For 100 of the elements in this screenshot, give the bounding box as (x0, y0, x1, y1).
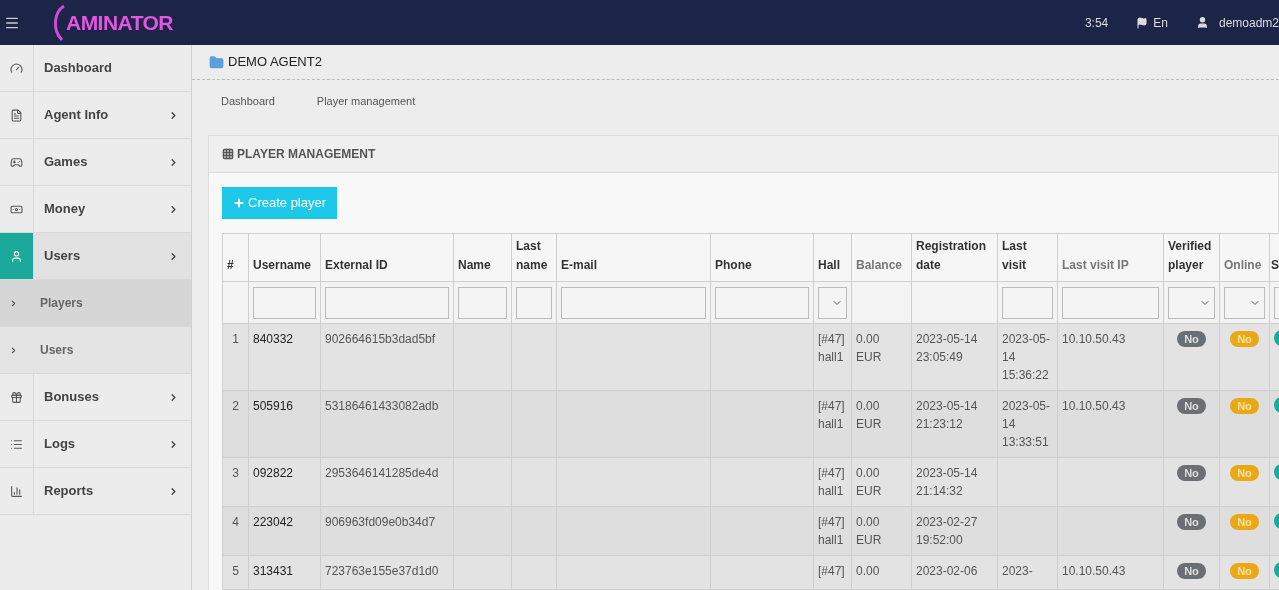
caret-icon (168, 391, 179, 403)
document-icon (10, 108, 23, 122)
sidebar-item-label: Logs (43, 435, 77, 454)
breadcrumb-link[interactable]: Dashboard (221, 92, 275, 110)
row-number: 4 (222, 506, 249, 556)
username-cell: 505916 (248, 390, 321, 458)
submenu-item[interactable]: Players (0, 280, 191, 327)
caret-icon (168, 203, 179, 215)
balance-cell: 0.00 EUR (851, 390, 912, 458)
submenu-item-label: Users (40, 342, 74, 359)
ip-cell: 10.10.50.43 (1057, 323, 1164, 391)
user-icon (10, 249, 23, 263)
sidebar-item[interactable]: Money (0, 186, 191, 233)
caret-icon (168, 109, 179, 121)
row-number: 3 (222, 457, 249, 507)
username-cell: 840332 (248, 323, 321, 391)
balance-cell: 0.00 EUR (851, 457, 912, 507)
column-header[interactable]: Last visit IP (1057, 233, 1164, 282)
column-header[interactable]: External ID (320, 233, 454, 282)
external-id-cell: 902664615b3dad5bf (320, 323, 454, 391)
column-header[interactable]: Hall (813, 233, 852, 282)
flag-icon[interactable] (1136, 16, 1149, 29)
submenu-item[interactable]: Users (0, 327, 191, 374)
page-title: DEMO AGENT2 (228, 53, 322, 72)
filter-field[interactable] (516, 286, 552, 319)
column-header[interactable]: S (1269, 233, 1279, 282)
status-badge: No (1177, 331, 1206, 347)
column-header[interactable]: Last visit (997, 233, 1058, 282)
caret-icon (168, 485, 179, 497)
filter-field[interactable] (458, 286, 507, 319)
column-header[interactable]: Username (248, 233, 321, 282)
column-header[interactable]: Registration date (911, 233, 998, 282)
filter-field[interactable] (1002, 286, 1053, 319)
registration-date-cell: 2023-05-14 21:14:32 (911, 457, 998, 507)
filter-field[interactable] (715, 286, 809, 319)
registration-date-cell: 2023-05-14 23:05:49 (911, 323, 998, 391)
filter-field[interactable] (1062, 286, 1159, 319)
column-header[interactable]: Verified player (1163, 233, 1220, 282)
user-icon[interactable] (1195, 16, 1209, 29)
column-header[interactable]: Online (1219, 233, 1270, 282)
last-visit-cell: 2023-05-14 13:33:51 (997, 390, 1058, 458)
folder-icon (209, 54, 224, 70)
filter-field[interactable] (253, 286, 316, 319)
column-header[interactable]: Name (453, 233, 512, 282)
username-cell: 223042 (248, 506, 321, 556)
status-badge: No (1230, 465, 1259, 481)
status-badge: No (1230, 563, 1259, 579)
username-cell: 092822 (248, 457, 321, 507)
column-header[interactable]: # (222, 233, 249, 282)
sidebar-item[interactable]: Reports (0, 468, 191, 515)
status-badge: No (1230, 331, 1259, 347)
column-header[interactable]: Balance (851, 233, 912, 282)
grid-icon (222, 148, 234, 160)
caret-icon (168, 438, 179, 450)
hall-cell: [#47] hall1 (813, 390, 852, 458)
status-badge: No (1177, 563, 1206, 579)
panel-title: PLAYER MANAGEMENT (237, 146, 376, 163)
list-icon (10, 437, 23, 451)
filter-dropdown[interactable] (1224, 286, 1265, 319)
row-number: 1 (222, 323, 249, 391)
ip-cell: 10.10.50.43 (1057, 555, 1164, 590)
hall-cell: [#47] (813, 555, 852, 590)
filter-dropdown[interactable] (818, 286, 847, 319)
sidebar-item[interactable]: Dashboard (0, 45, 191, 92)
logo-arc-icon (52, 3, 66, 42)
column-header[interactable]: Phone (710, 233, 814, 282)
status-badge: No (1177, 465, 1206, 481)
balance-cell: 0.00 EUR (851, 323, 912, 391)
bar-chart-icon (10, 484, 23, 498)
caret-icon (9, 345, 18, 355)
sidebar-item[interactable]: Logs (0, 421, 191, 468)
caret-icon (9, 298, 18, 308)
sidebar-item[interactable]: Bonuses (0, 374, 191, 421)
gamepad-icon (10, 155, 23, 169)
filter-dropdown[interactable] (1168, 286, 1215, 319)
balance-cell: 0.00 EUR (851, 506, 912, 556)
external-id-cell: 2953646141285de4d (320, 457, 454, 507)
language-selector[interactable]: En (1153, 13, 1168, 32)
logo: AMINATOR (52, 3, 173, 42)
gift-icon (10, 390, 23, 404)
caret-icon (168, 156, 179, 168)
column-header[interactable]: E-mail (556, 233, 711, 282)
hall-cell: [#47] hall1 (813, 506, 852, 556)
user-name[interactable]: demoadm2 (1218, 13, 1279, 32)
submenu-item-label: Players (40, 295, 83, 312)
column-header[interactable]: Last name (511, 233, 557, 282)
external-id-cell: 906963fd09e0b34d7 (320, 506, 454, 556)
last-visit-cell: 2023- (997, 555, 1058, 590)
filter-field[interactable] (325, 286, 449, 319)
sidebar-item-label: Reports (43, 482, 95, 501)
status-badge: No (1177, 514, 1206, 530)
hall-cell: [#47] hall1 (813, 457, 852, 507)
sidebar-item[interactable]: Games (0, 139, 191, 186)
caret-icon (168, 250, 179, 262)
registration-date-cell: 2023-02-06 (911, 555, 998, 590)
last-visit-cell: 2023-05-14 15:36:22 (997, 323, 1058, 391)
sidebar-item[interactable]: Agent Info (0, 92, 191, 139)
sidebar-item[interactable]: Users (0, 233, 191, 280)
filter-field[interactable] (561, 286, 706, 319)
breadcrumb-link[interactable]: Player management (316, 92, 416, 110)
